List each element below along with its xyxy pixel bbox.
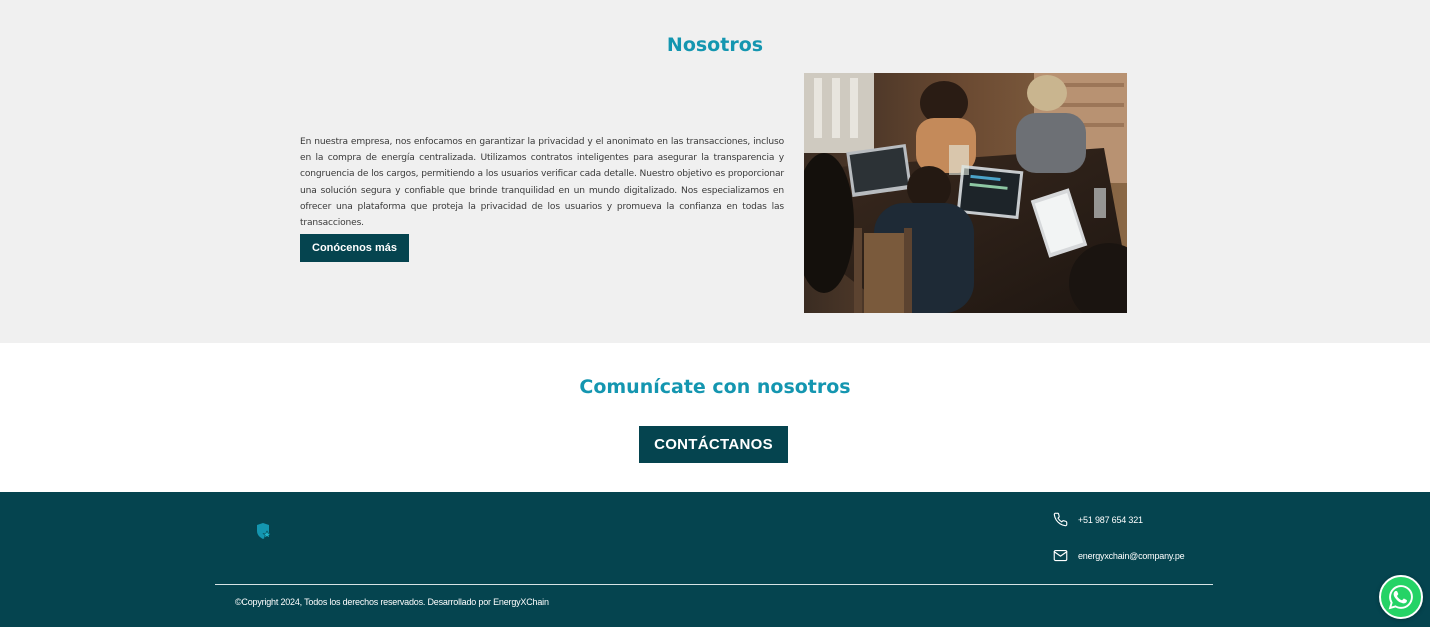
- phone-number: +51 987 654 321: [1078, 514, 1143, 525]
- phone-icon: [1053, 512, 1068, 527]
- footer-divider: [215, 584, 1213, 585]
- team-photo-illustration: [804, 73, 1127, 313]
- whatsapp-button[interactable]: [1379, 575, 1423, 619]
- learn-more-button[interactable]: Conócenos más: [300, 234, 409, 262]
- contact-title: Comunícate con nosotros: [579, 376, 851, 398]
- footer-phone[interactable]: +51 987 654 321: [1053, 512, 1143, 527]
- about-section: Nosotros En nuestra empresa, nos enfocam…: [0, 0, 1430, 343]
- copyright-text: ©Copyright 2024, Todos los derechos rese…: [235, 597, 549, 607]
- shield-logo-icon[interactable]: [254, 521, 274, 541]
- email-address: energyxchain@company.pe: [1078, 550, 1185, 561]
- about-title: Nosotros: [666, 34, 764, 56]
- whatsapp-icon: [1388, 585, 1413, 610]
- about-description: En nuestra empresa, nos enfocamos en gar…: [300, 137, 784, 229]
- contact-button[interactable]: CONTÁCTANOS: [639, 426, 788, 463]
- footer: +51 987 654 321 energyxchain@company.pe …: [0, 492, 1430, 627]
- footer-email[interactable]: energyxchain@company.pe: [1053, 548, 1185, 563]
- mail-icon: [1053, 549, 1068, 562]
- team-photo: [804, 73, 1127, 313]
